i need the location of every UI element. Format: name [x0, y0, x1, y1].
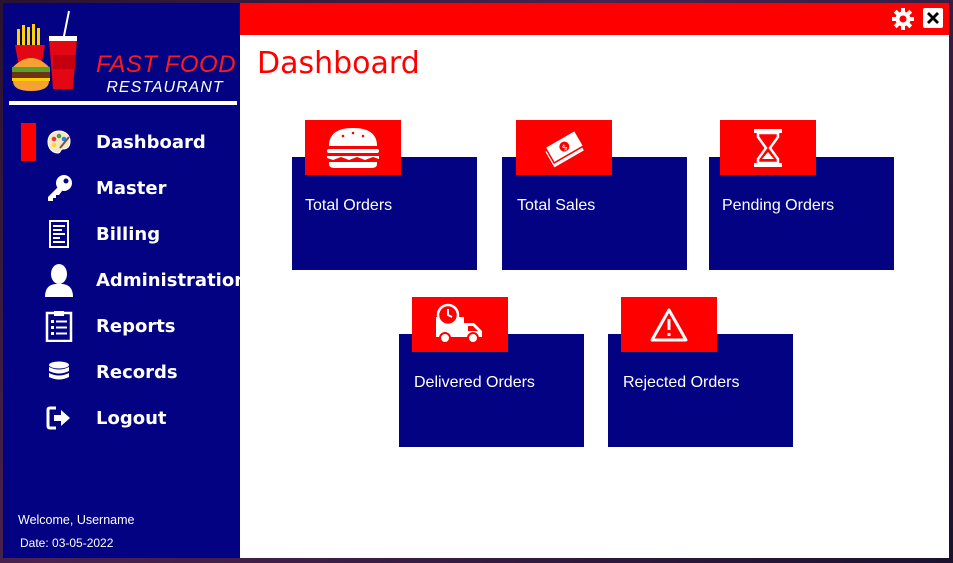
current-date: Date: 03-05-2022 [20, 536, 114, 550]
total-sales-card-tab: $ [516, 120, 612, 175]
sidebar-item-label: Records [96, 362, 178, 383]
sidebar-item-label: Dashboard [96, 132, 206, 153]
page-title: Dashboard [257, 46, 420, 81]
top-bar [240, 3, 949, 35]
card-label: Rejected Orders [623, 374, 740, 391]
burger-icon [327, 127, 379, 168]
sidebar-item-logout[interactable]: Logout [3, 395, 240, 441]
sidebar-item-label: Master [96, 178, 167, 199]
user-icon [43, 264, 75, 297]
palette-icon [43, 126, 75, 158]
hourglass-icon [754, 128, 782, 167]
sidebar-item-billing[interactable]: Billing [3, 211, 240, 257]
sidebar-item-administration[interactable]: Administration [3, 257, 247, 303]
card-label: Pending Orders [722, 197, 835, 214]
warning-icon [650, 308, 688, 341]
rejected-orders-card-tab [621, 297, 717, 352]
pending-orders-card-tab [720, 120, 816, 175]
sidebar-item-master[interactable]: Master [3, 165, 240, 211]
delivered-orders-card-tab [412, 297, 508, 352]
card-label: Delivered Orders [414, 374, 535, 391]
fast-food-logo-icon [12, 10, 77, 91]
sidebar-item-label: Reports [96, 316, 176, 337]
close-button[interactable] [923, 8, 943, 28]
money-icon: $ [544, 128, 585, 167]
app-window: FAST FOOD RESTAURANT Dashboard Master Bi… [3, 3, 949, 558]
active-indicator [21, 123, 36, 161]
delivery-truck-icon [436, 303, 482, 344]
sidebar-item-dashboard[interactable]: Dashboard [3, 119, 240, 165]
database-icon [43, 356, 75, 388]
sidebar: FAST FOOD RESTAURANT Dashboard Master Bi… [3, 3, 247, 558]
welcome-text: Welcome, Username [18, 513, 135, 527]
brand-name: FAST FOOD [95, 51, 237, 78]
sidebar-item-label: Administration [96, 270, 248, 291]
sidebar-item-reports[interactable]: Reports [3, 303, 240, 349]
key-icon [43, 172, 75, 204]
card-label: Total Sales [517, 197, 596, 214]
gear-icon[interactable] [892, 8, 914, 30]
logout-icon [43, 402, 75, 434]
brand-subtitle: RESTAURANT [106, 79, 224, 96]
clipboard-list-icon [43, 310, 75, 342]
sidebar-item-label: Logout [96, 408, 167, 429]
card-label: Total Orders [305, 197, 393, 214]
close-icon [927, 12, 939, 24]
restaurant-logo: FAST FOOD RESTAURANT [9, 9, 239, 101]
sidebar-item-records[interactable]: Records [3, 349, 240, 395]
logo-divider [9, 101, 237, 105]
receipt-icon [43, 218, 75, 250]
total-orders-card-tab [305, 120, 401, 175]
sidebar-nav: Dashboard Master Billing Administration … [3, 119, 247, 441]
sidebar-item-label: Billing [96, 224, 161, 245]
